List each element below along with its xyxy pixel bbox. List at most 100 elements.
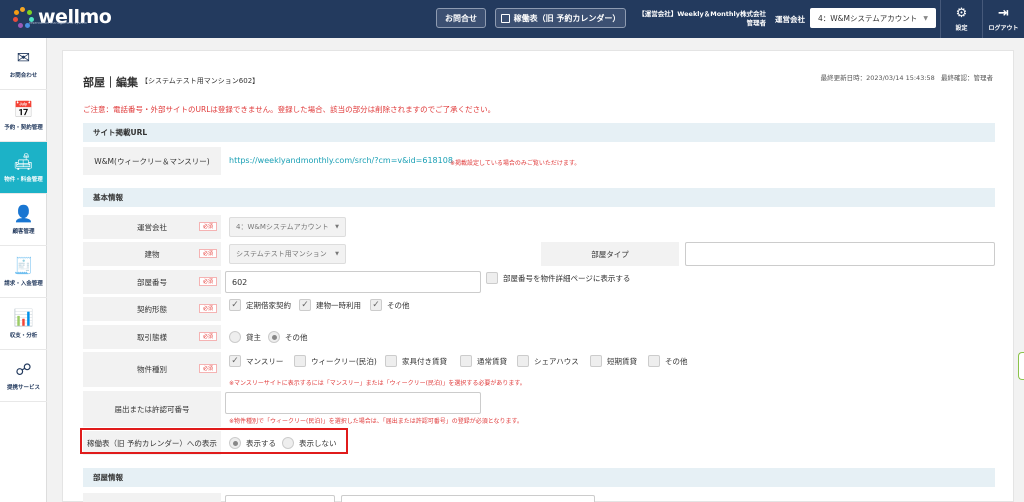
calendar-icon: 📅	[13, 99, 34, 119]
option-label: シェアハウス	[534, 356, 579, 366]
site-url-note: ※掲載設定している場合のみご覧いただけます。	[450, 160, 581, 167]
option-label: 建物一時利用	[316, 300, 361, 310]
required-badge: 必須	[199, 222, 217, 231]
sidebar-item-label: 物件・料金管理	[4, 176, 43, 183]
sidebar-item-label: 顧客管理	[12, 228, 35, 235]
checkbox-box	[460, 355, 472, 367]
permit-note: ※物件種別で「ウィークリー(民泊)」を選択した場合は、「届出または許認可番号」の…	[229, 418, 523, 425]
user-role: 管理者	[746, 19, 767, 27]
page-subtitle: 【システムテスト用マンション602】	[141, 77, 260, 85]
sidebar-item-property[interactable]: 🛋 物件・料金管理	[0, 142, 47, 194]
checkbox-box	[385, 355, 397, 367]
radio-icon	[229, 331, 241, 343]
option-label: その他	[285, 332, 308, 342]
logout-icon: ⇥	[998, 5, 1009, 21]
option-label: その他	[387, 300, 410, 310]
calendar-button[interactable]: 稼働表（旧 予約カレンダー）	[495, 8, 626, 28]
operator-field-select[interactable]: 4：W&Mシステムアカウント ▼	[229, 217, 346, 237]
type-option-monthly[interactable]: ✓ マンスリー	[229, 355, 283, 367]
building-field-select[interactable]: システムテスト用マンション ▼	[229, 244, 346, 264]
room-type-input[interactable]	[685, 242, 995, 266]
chart-icon: 📊	[13, 307, 34, 327]
check-icon: ✓	[229, 299, 241, 311]
checkbox-box	[590, 355, 602, 367]
billing-icon: 🧾	[13, 255, 34, 275]
required-badge: 必須	[199, 364, 217, 373]
type-option-sharehouse[interactable]: シェアハウス	[517, 355, 579, 367]
check-icon: ✓	[299, 299, 311, 311]
type-option-short-term[interactable]: 短期賃貸	[590, 355, 637, 367]
sidebar-item-reservation[interactable]: 📅 予約・契約管理	[0, 90, 47, 142]
operator-label: 運営会社	[775, 15, 805, 24]
option-label: マンスリー	[246, 356, 284, 366]
chevron-down-icon: ▼	[335, 224, 339, 230]
logo-subtitle: reservation management system	[29, 21, 88, 25]
section-basic-info: 基本情報	[83, 188, 995, 207]
section-room-info: 部屋情報	[83, 468, 995, 487]
company-info: 【運営会社】Weekly＆Monthly株式会社 管理者	[638, 10, 766, 28]
last-updated: 最終更新日時：2023/03/14 15:43:58	[820, 74, 935, 82]
type-option-furnished[interactable]: 家具付き賃貸	[385, 355, 447, 367]
type-option-weekly[interactable]: ウィークリー(民泊)	[294, 355, 377, 367]
option-label: 定期借家契約	[246, 300, 291, 310]
room-info-input-2[interactable]	[341, 495, 595, 502]
sidebar-item-customer[interactable]: 👤 顧客管理	[0, 194, 47, 246]
permit-input[interactable]	[225, 392, 481, 414]
sidebar-item-billing[interactable]: 🧾 請求・入金管理	[0, 246, 47, 298]
trade-option-other[interactable]: その他	[268, 331, 308, 343]
side-tab-handle[interactable]	[1018, 352, 1024, 380]
settings-label: 設定	[955, 24, 968, 32]
company-name: 【運営会社】Weekly＆Monthly株式会社	[638, 10, 766, 18]
logout-label: ログアウト	[988, 24, 1019, 32]
contract-option-temporary[interactable]: ✓ 建物一時利用	[299, 299, 361, 311]
sidebar-item-partner[interactable]: ☍ 提携サービス	[0, 350, 47, 402]
checkbox-box	[648, 355, 660, 367]
chevron-down-icon: ▼	[923, 14, 928, 22]
radio-selected-icon	[268, 331, 280, 343]
trade-option-lessor[interactable]: 貸主	[229, 331, 261, 343]
page-title: 部屋｜編集	[83, 76, 138, 89]
calendar-icon	[500, 13, 510, 23]
sidebar-item-label: 予約・契約管理	[4, 124, 43, 131]
operator-select-value: 4：W&Mシステムアカウント	[818, 13, 918, 23]
site-url-label: W&M(ウィークリー＆マンスリー)	[83, 147, 221, 175]
last-confirmed: 最終確認：管理者	[941, 74, 993, 82]
network-icon: ☍	[15, 359, 32, 379]
warning-notice: ご注意：電話番号・外部サイトのURLは登録できません。登録した場合、該当の部分は…	[83, 105, 496, 114]
section-site-url: サイト掲載URL	[83, 123, 995, 142]
app-header: wellmo reservation management system お問合…	[0, 0, 1024, 38]
checkbox-box	[517, 355, 529, 367]
chevron-down-icon: ▼	[335, 251, 339, 257]
show-room-number-checkbox[interactable]: 部屋番号を物件詳細ページに表示する	[486, 272, 630, 284]
room-info-input-1[interactable]	[225, 495, 335, 502]
sofa-icon: 🛋	[13, 151, 34, 171]
option-label: その他	[665, 356, 688, 366]
settings-button[interactable]: ⚙ 設定	[940, 0, 982, 38]
site-url-link[interactable]: https://weeklyandmonthly.com/srch/?cm=v&…	[229, 156, 453, 165]
option-label: 家具付き賃貸	[402, 356, 447, 366]
option-label: 短期賃貸	[607, 356, 637, 366]
operator-select[interactable]: 4：W&Mシステムアカウント ▼	[810, 8, 936, 28]
checkbox-box	[486, 272, 498, 284]
type-option-other[interactable]: その他	[648, 355, 688, 367]
sidebar-item-label: 提携サービス	[6, 384, 40, 391]
option-label: 貸主	[246, 332, 261, 342]
required-badge: 必須	[199, 332, 217, 341]
required-badge: 必須	[199, 277, 217, 286]
highlight-box	[80, 428, 348, 454]
contact-button[interactable]: お問合せ	[436, 8, 486, 28]
sidebar-item-analysis[interactable]: 📊 収支・分析	[0, 298, 47, 350]
type-option-regular[interactable]: 通常賃貸	[460, 355, 507, 367]
calendar-button-label: 稼働表（旧 予約カレンダー）	[513, 13, 621, 23]
sidebar-item-inquiry[interactable]: ✉ お問合わせ	[0, 38, 47, 90]
check-icon: ✓	[229, 355, 241, 367]
property-type-note: ※マンスリーサイトに表示するには「マンスリー」または「ウィークリー(民泊)」を選…	[229, 380, 526, 387]
contract-option-fixed-term[interactable]: ✓ 定期借家契約	[229, 299, 291, 311]
room-number-input[interactable]: 602	[225, 271, 481, 293]
checkbox-box	[294, 355, 306, 367]
sidebar-item-label: お問合わせ	[9, 72, 38, 79]
logout-button[interactable]: ⇥ ログアウト	[982, 0, 1024, 38]
contract-option-other[interactable]: ✓ その他	[370, 299, 410, 311]
mail-icon: ✉	[16, 47, 31, 67]
room-type-label: 部屋タイプ	[541, 242, 679, 266]
